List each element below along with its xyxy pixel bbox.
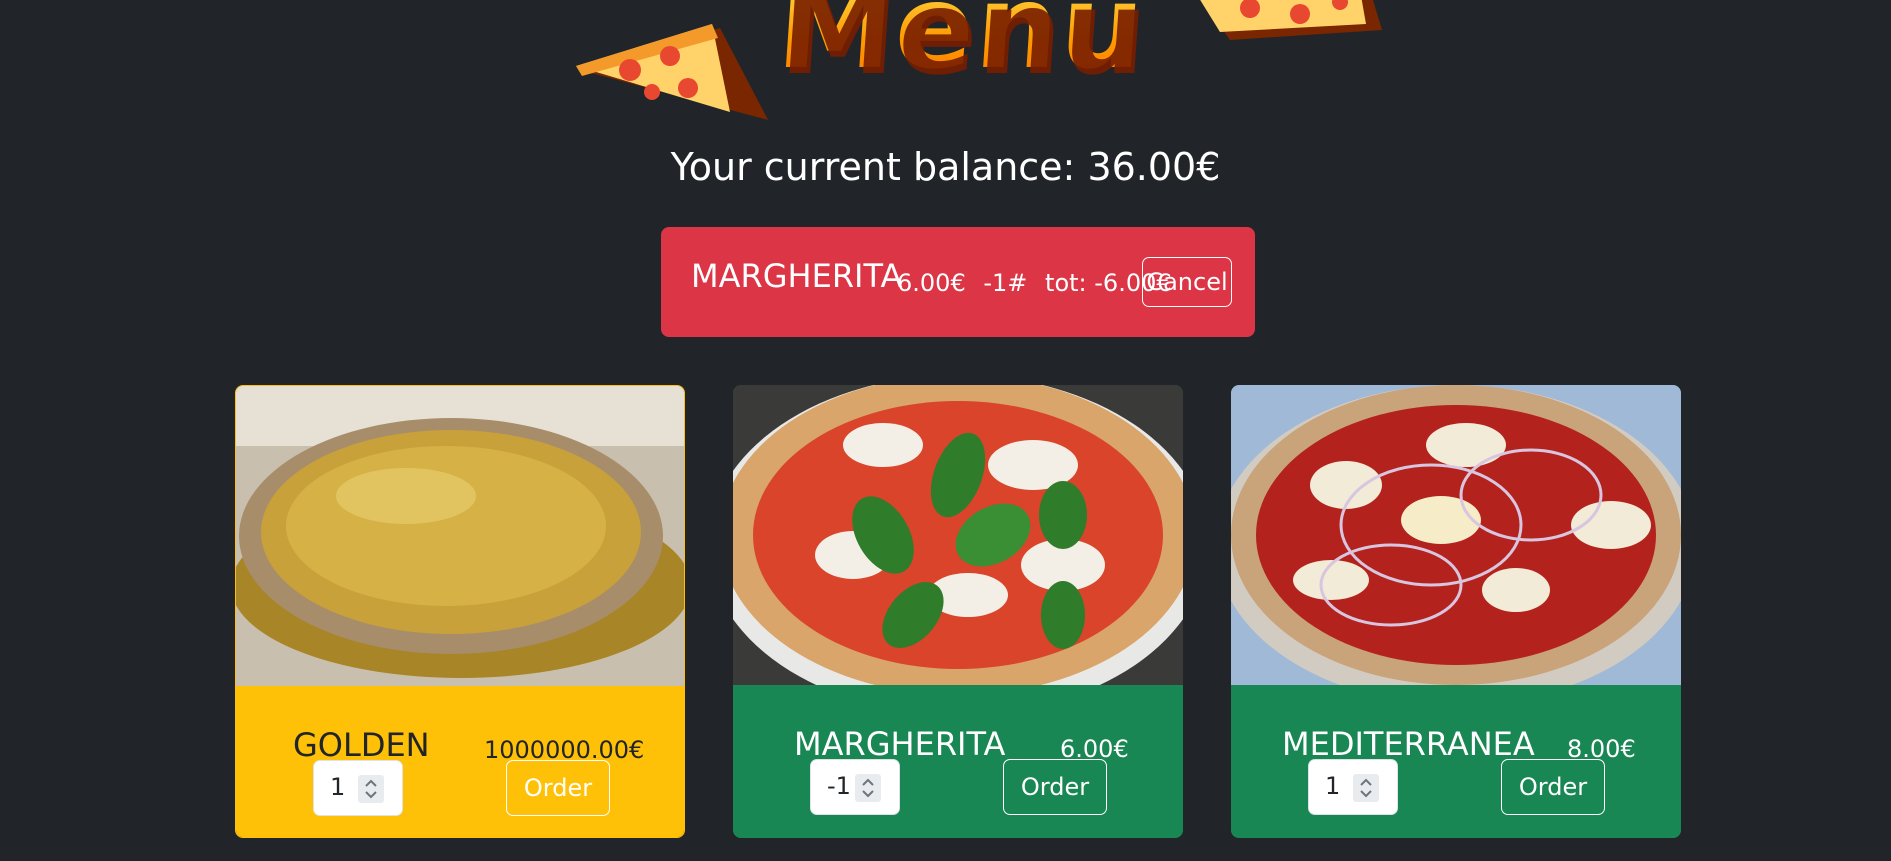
cancel-button[interactable]: Cancel	[1142, 257, 1232, 307]
product-card-body: MEDITERRANEA 8.00€ 1 Order	[1231, 685, 1681, 838]
order-button[interactable]: Order	[506, 760, 610, 816]
mediterranea-pizza-image	[1231, 385, 1681, 685]
cart-item-price: 6.00€	[897, 269, 966, 297]
pizza-slice-left-icon	[576, 24, 768, 120]
cart-item-name: MARGHERITA	[691, 257, 903, 295]
quantity-value: -1	[827, 772, 851, 800]
balance-text: Your current balance: 36.00€	[670, 145, 1221, 189]
cart-item-details: 6.00€ -1# tot: -6.00€	[897, 269, 1182, 297]
product-card-golden: GOLDEN 1000000.00€ 1 Order	[235, 385, 685, 838]
stepper-icon[interactable]	[358, 775, 384, 803]
product-card-mediterranea: MEDITERRANEA 8.00€ 1 Order	[1231, 385, 1681, 838]
order-button[interactable]: Order	[1003, 759, 1107, 815]
quantity-value: 1	[330, 773, 346, 801]
product-name: MEDITERRANEA	[1282, 725, 1535, 763]
stepper-icon[interactable]	[1353, 774, 1379, 802]
menu-logo-text: Menu	[773, 0, 1150, 95]
product-name: MARGHERITA	[794, 725, 1006, 763]
margherita-pizza-image	[733, 385, 1183, 685]
product-card-body: MARGHERITA 6.00€ -1 Order	[733, 685, 1183, 838]
order-button[interactable]: Order	[1501, 759, 1605, 815]
cart-alert: MARGHERITA 6.00€ -1# tot: -6.00€ Cancel	[661, 227, 1255, 337]
stepper-icon[interactable]	[855, 774, 881, 802]
product-card-margherita: MARGHERITA 6.00€ -1 Order	[733, 385, 1183, 838]
quantity-value: 1	[1325, 772, 1341, 800]
product-name: GOLDEN	[293, 726, 430, 764]
pizza-slice-right-icon	[1200, 0, 1382, 40]
menu-logo: Menu	[560, 0, 1390, 120]
quantity-input[interactable]: 1	[1308, 759, 1398, 815]
product-card-body: GOLDEN 1000000.00€ 1 Order	[236, 686, 684, 837]
cart-item-quantity: -1#	[983, 269, 1028, 297]
golden-pizza-image	[236, 386, 684, 686]
quantity-input[interactable]: -1	[810, 759, 900, 815]
quantity-input[interactable]: 1	[313, 760, 403, 816]
